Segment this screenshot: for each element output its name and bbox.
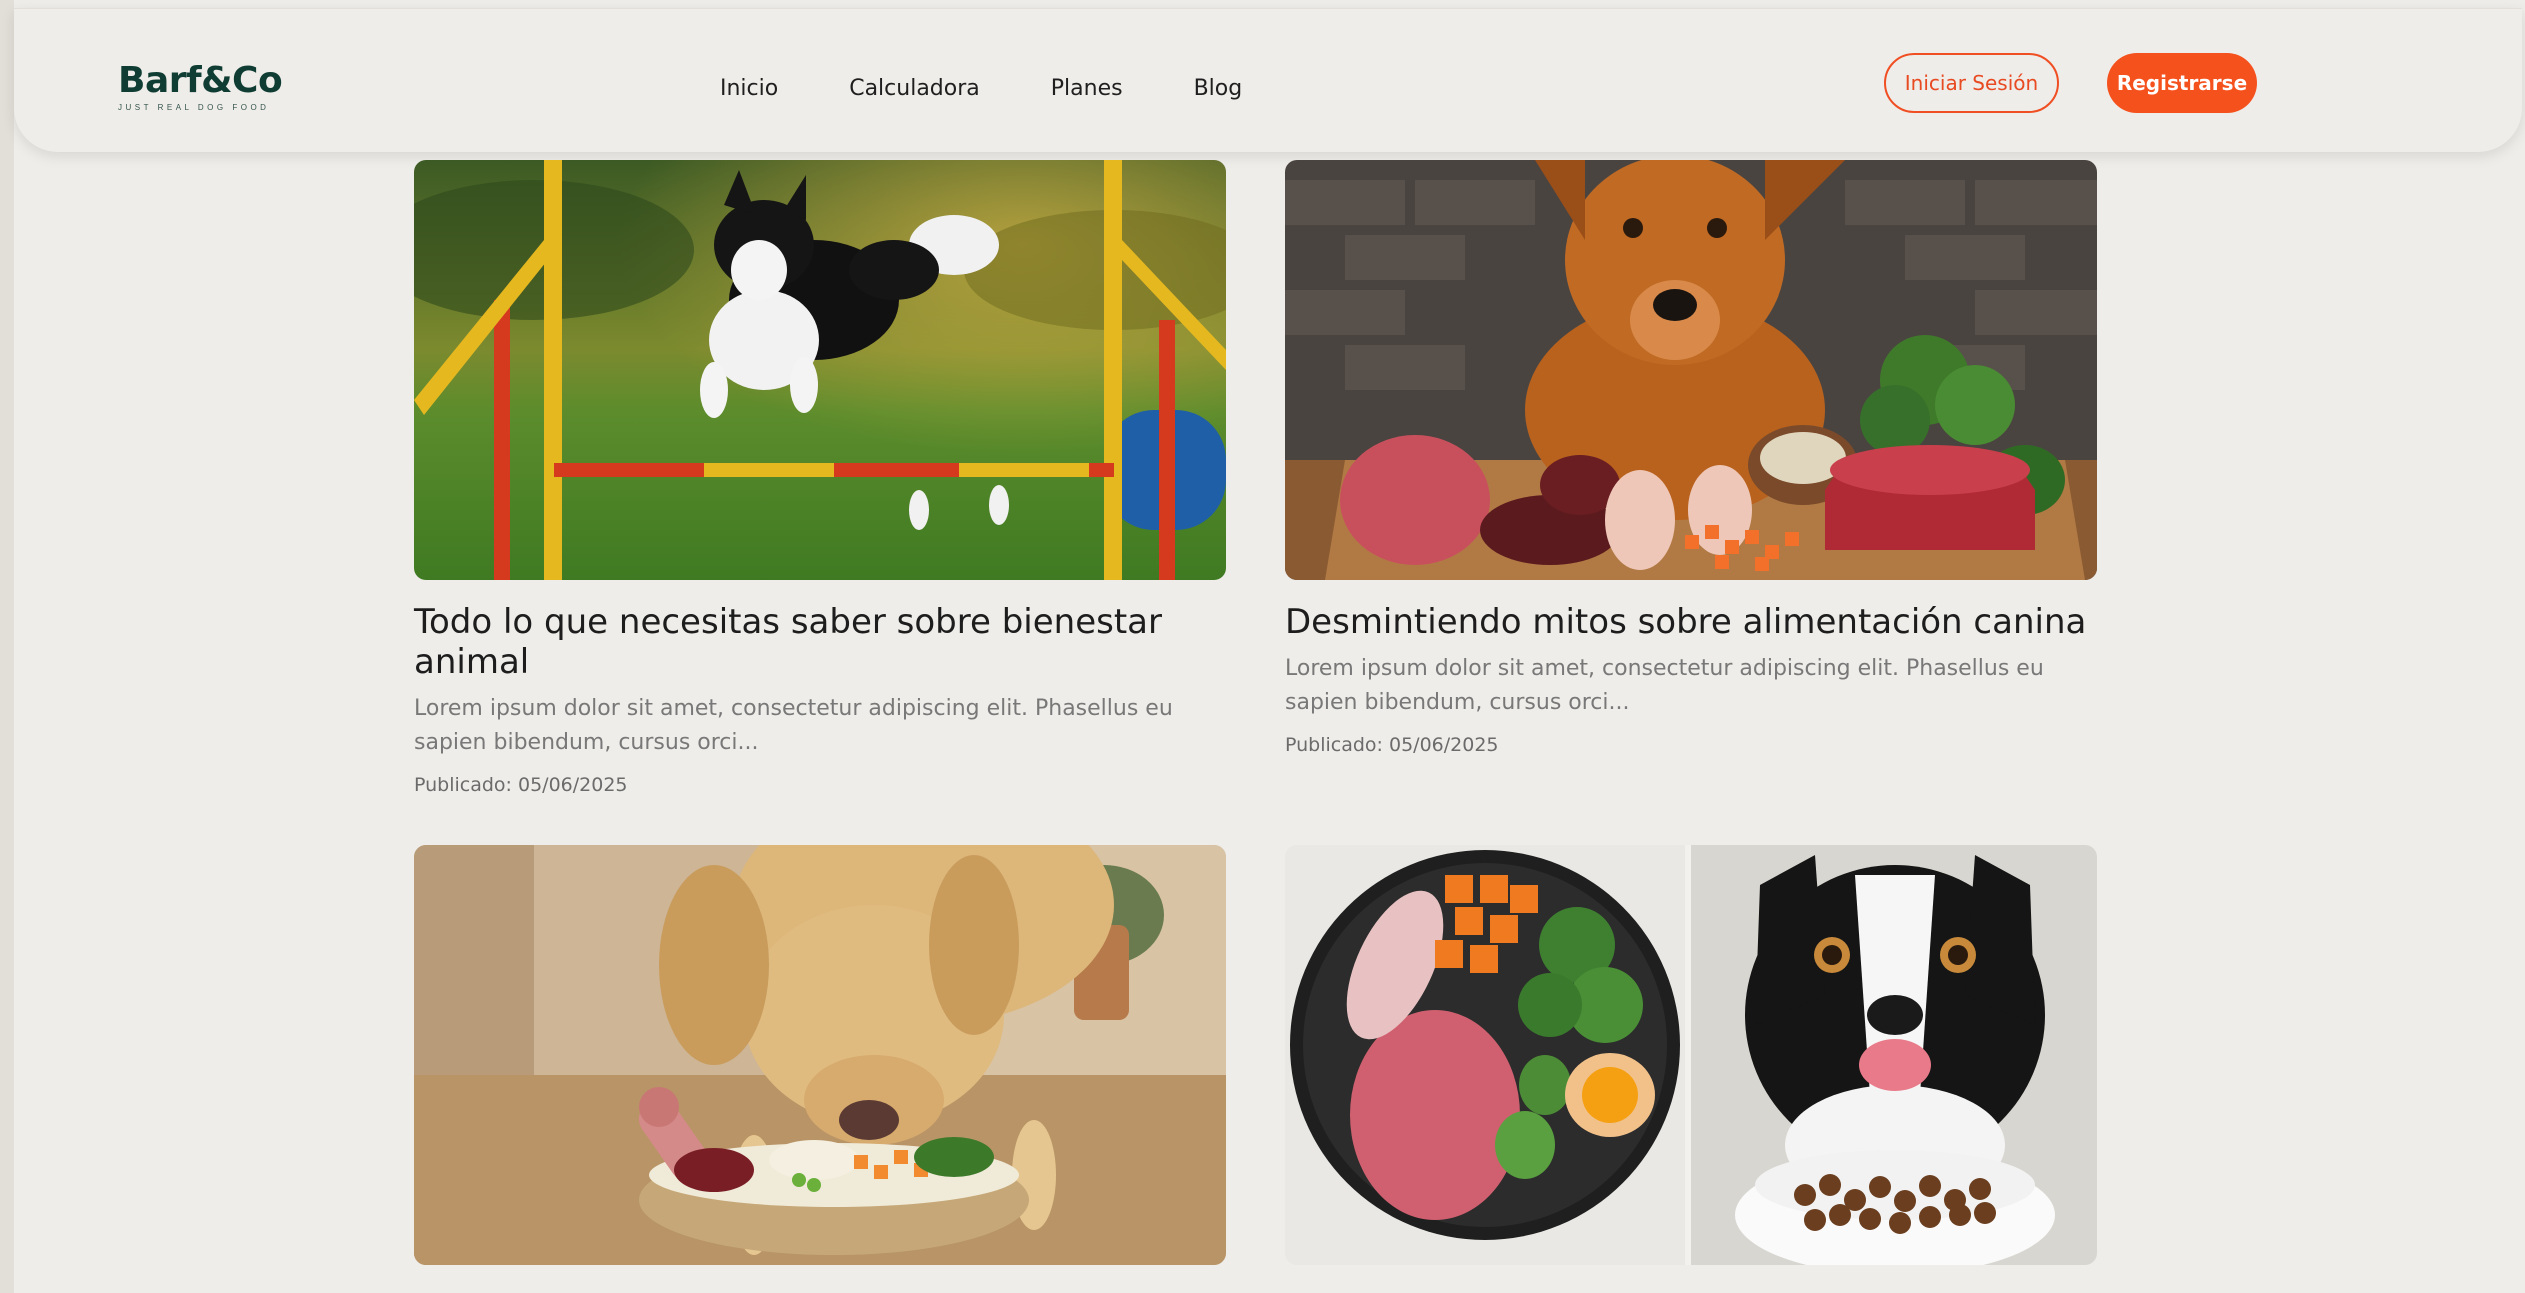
blog-card-date: Publicado: 05/06/2025 bbox=[1285, 734, 1499, 756]
blog-card[interactable]: Desmintiendo mitos sobre alimentación ca… bbox=[1285, 160, 2097, 756]
brand-logo[interactable]: Barf&Co JUST REAL DOG FOOD bbox=[118, 60, 283, 113]
raw-food-dog-image bbox=[1285, 160, 2097, 580]
brand-name: Barf&Co bbox=[118, 60, 283, 101]
blog-card[interactable] bbox=[414, 845, 1226, 1265]
site-header: Barf&Co JUST REAL DOG FOOD Inicio Calcul… bbox=[14, 8, 2522, 152]
raw-bowl-and-dog-image bbox=[1285, 845, 2097, 1265]
blog-card[interactable] bbox=[1285, 845, 2097, 1265]
labrador-eating-image bbox=[414, 845, 1226, 1265]
blog-card-title[interactable]: Todo lo que necesitas saber sobre bienes… bbox=[414, 602, 1226, 682]
nav-item-calculadora[interactable]: Calculadora bbox=[849, 71, 980, 107]
window-edge bbox=[0, 0, 14, 1293]
blog-card-excerpt: Lorem ipsum dolor sit amet, consectetur … bbox=[1285, 656, 2044, 715]
blog-card-title[interactable]: Desmintiendo mitos sobre alimentación ca… bbox=[1285, 602, 2097, 642]
blog-card-image[interactable] bbox=[1285, 160, 2097, 580]
main-nav: Inicio Calculadora Planes Blog bbox=[720, 71, 1242, 107]
blog-card-excerpt: Lorem ipsum dolor sit amet, consectetur … bbox=[414, 696, 1173, 755]
nav-item-planes[interactable]: Planes bbox=[1051, 71, 1123, 107]
blog-card-image[interactable] bbox=[414, 845, 1226, 1265]
blog-card-date: Publicado: 05/06/2025 bbox=[414, 774, 628, 796]
blog-card[interactable]: Todo lo que necesitas saber sobre bienes… bbox=[414, 160, 1226, 796]
login-button[interactable]: Iniciar Sesión bbox=[1884, 53, 2059, 113]
nav-item-blog[interactable]: Blog bbox=[1194, 71, 1243, 107]
brand-tagline: JUST REAL DOG FOOD bbox=[118, 103, 270, 112]
nav-item-inicio[interactable]: Inicio bbox=[720, 71, 778, 107]
blog-card-image[interactable] bbox=[1285, 845, 2097, 1265]
blog-card-image[interactable] bbox=[414, 160, 1226, 580]
register-button[interactable]: Registrarse bbox=[2107, 53, 2257, 113]
agility-dog-image bbox=[414, 160, 1226, 580]
